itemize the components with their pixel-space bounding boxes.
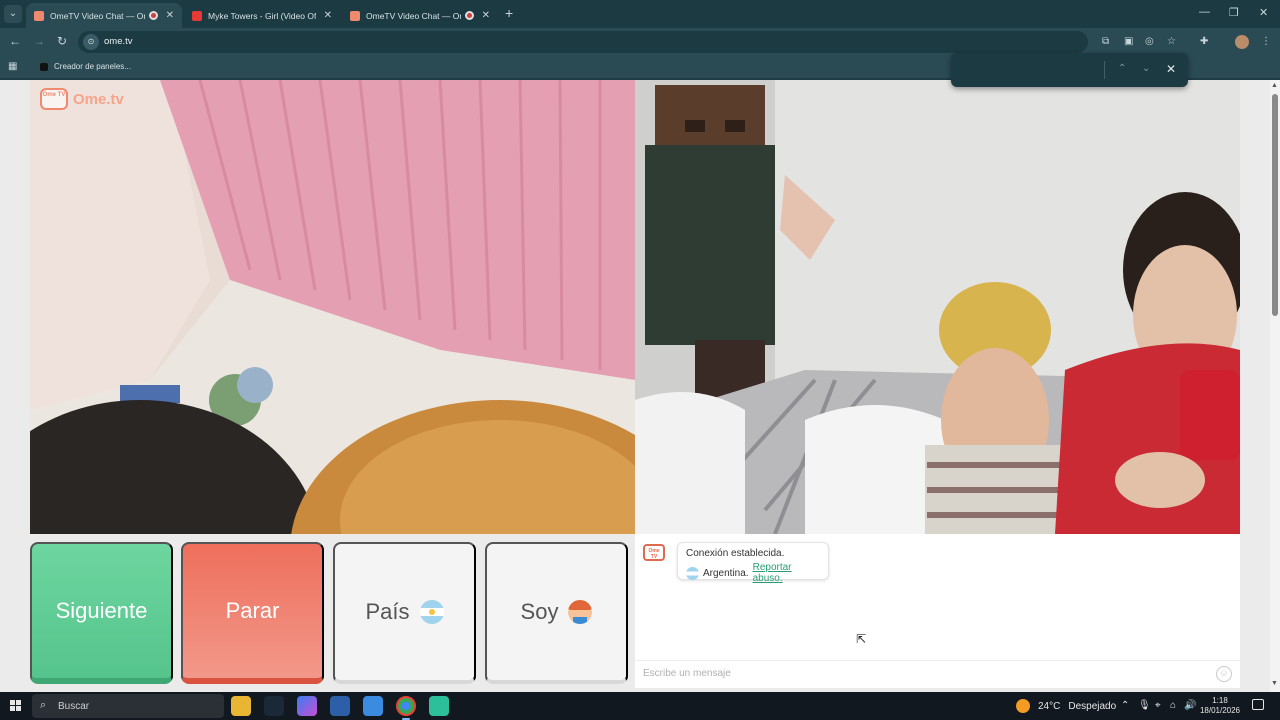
weather-sun-icon — [1016, 699, 1030, 713]
country-button[interactable]: País — [333, 542, 476, 684]
minimize-icon[interactable]: — — [1199, 6, 1210, 18]
bookmark-favicon-icon — [40, 62, 48, 71]
screenshot-icon[interactable]: ▣ — [1124, 36, 1133, 47]
next-button[interactable]: Siguiente — [30, 542, 173, 684]
youtube-favicon-icon — [192, 10, 202, 21]
scrollbar-thumb[interactable] — [1272, 94, 1278, 316]
page-scrollbar[interactable]: ▲ ▼ — [1270, 80, 1280, 692]
argentina-flag-icon — [686, 566, 699, 580]
location-icon[interactable]: ⌖ — [1155, 700, 1161, 711]
tab-ometv-1[interactable]: OmeTV Video Chat — Omegle ✕ — [26, 3, 182, 28]
report-abuse-link[interactable]: Reportar abuso. — [753, 562, 820, 584]
ometv-logo[interactable]: Ome TV Ome.tv — [40, 88, 124, 110]
mouse-cursor-icon: ⇱ — [856, 632, 867, 646]
emoji-icon[interactable]: ☺ — [1216, 666, 1232, 682]
tray-chevron-icon[interactable]: ⌃ — [1121, 700, 1129, 711]
menu-icon[interactable]: ⋮ — [1261, 36, 1271, 47]
tab-search-button[interactable]: ⌄ — [4, 5, 22, 23]
taskbar-search[interactable]: ⌕ Buscar — [32, 694, 224, 718]
microphone-icon[interactable]: 🎙 — [1138, 700, 1151, 711]
ometv-favicon-icon — [350, 10, 360, 21]
copilot-icon[interactable] — [297, 696, 317, 716]
close-tab-icon[interactable]: ✕ — [324, 10, 332, 21]
chat-panel: Ome TV Conexión establecida. Argentina. … — [635, 534, 1240, 688]
eye-off-icon[interactable]: ◎ — [1145, 36, 1154, 47]
ometv-tv-icon: Ome TV — [40, 88, 68, 110]
apps-grid-icon[interactable]: ▦ — [8, 61, 17, 72]
ometv-app-icon[interactable] — [429, 696, 449, 716]
taskbar-clock[interactable]: 1:18 18/01/2026 — [1198, 696, 1242, 716]
boy-avatar-icon — [568, 600, 593, 624]
extensions-icon[interactable]: ✚ — [1200, 36, 1208, 47]
new-tab-button[interactable]: + — [505, 5, 513, 21]
find-separator — [1104, 61, 1105, 79]
system-message: Conexión establecida. Argentina. Reporta… — [677, 542, 829, 584]
remote-video — [635, 80, 1240, 534]
gender-button[interactable]: Soy — [485, 542, 628, 684]
windows-start-icon[interactable] — [10, 700, 22, 712]
browser-toolbar: ← → ↻ ⊙ ome.tv ⧉ ▣ ◎ ☆ ✚ ⋮ — [0, 28, 1280, 56]
search-icon: ⌕ — [40, 699, 47, 711]
tab-ometv-2[interactable]: OmeTV Video Chat — Omegle ✕ — [342, 3, 498, 28]
notifications-icon[interactable] — [1252, 699, 1264, 710]
restore-icon[interactable]: ❐ — [1229, 6, 1239, 19]
site-info-icon[interactable]: ⊙ — [83, 34, 99, 50]
reload-icon[interactable]: ↻ — [57, 34, 67, 48]
local-video: Ome TV Ome.tv — [30, 80, 635, 534]
address-bar[interactable]: ⊙ ome.tv — [78, 31, 1088, 53]
back-icon[interactable]: ← — [9, 34, 21, 48]
steam-icon[interactable] — [264, 696, 284, 716]
recording-icon — [464, 11, 474, 20]
argentina-flag-icon — [419, 600, 444, 624]
stop-button[interactable]: Parar — [181, 542, 324, 684]
ometv-tv-icon: Ome TV — [643, 544, 665, 561]
network-icon[interactable]: ⌂ — [1170, 700, 1176, 711]
message-input[interactable]: Escribe un mensaje — [643, 668, 731, 679]
tab-strip: ⌄ OmeTV Video Chat — Omegle ✕ Myke Tower… — [0, 0, 1280, 28]
remote-camera-frame — [635, 80, 1240, 534]
find-previous-icon[interactable]: ⌃ — [1118, 63, 1126, 74]
ometv-page: Ome TV Ome.tv Siguiente Parar País Soy O… — [0, 80, 1270, 692]
bookmark-star-icon[interactable]: ☆ — [1167, 36, 1176, 47]
volume-icon[interactable]: 🔊 — [1184, 700, 1196, 711]
weather-widget[interactable]: 24°C Despejado — [1016, 699, 1116, 713]
ometv-favicon-icon — [34, 10, 44, 21]
store-icon[interactable] — [330, 696, 350, 716]
local-camera-frame — [30, 80, 635, 534]
chrome-icon[interactable] — [396, 696, 416, 720]
windows-taskbar: ⌕ Buscar 24°C Despejado ⌃ 🎙 ⌖ ⌂ 🔊 1:18 1… — [0, 692, 1280, 720]
find-close-icon[interactable]: ✕ — [1166, 62, 1176, 76]
app-icon[interactable] — [363, 696, 383, 716]
recording-icon — [148, 11, 158, 20]
scroll-down-icon[interactable]: ▼ — [1271, 680, 1278, 687]
scroll-up-icon[interactable]: ▲ — [1271, 82, 1278, 89]
close-window-icon[interactable]: ✕ — [1259, 6, 1268, 19]
chat-input-row: Escribe un mensaje ☺ — [635, 660, 1240, 688]
profile-avatar[interactable] — [1235, 35, 1249, 49]
close-tab-icon[interactable]: ✕ — [482, 10, 490, 21]
cast-icon[interactable]: ⧉ — [1102, 36, 1109, 47]
file-explorer-icon[interactable] — [231, 696, 251, 716]
forward-icon[interactable]: → — [33, 34, 45, 48]
find-bar[interactable]: ⌃ ⌄ ✕ — [951, 53, 1188, 87]
find-next-icon[interactable]: ⌄ — [1142, 63, 1150, 74]
close-tab-icon[interactable]: ✕ — [166, 10, 174, 21]
tab-youtube[interactable]: Myke Towers - Girl (Video Oficial) ✕ — [184, 3, 340, 28]
bookmark-item[interactable]: Creador de paneles... — [40, 62, 131, 71]
